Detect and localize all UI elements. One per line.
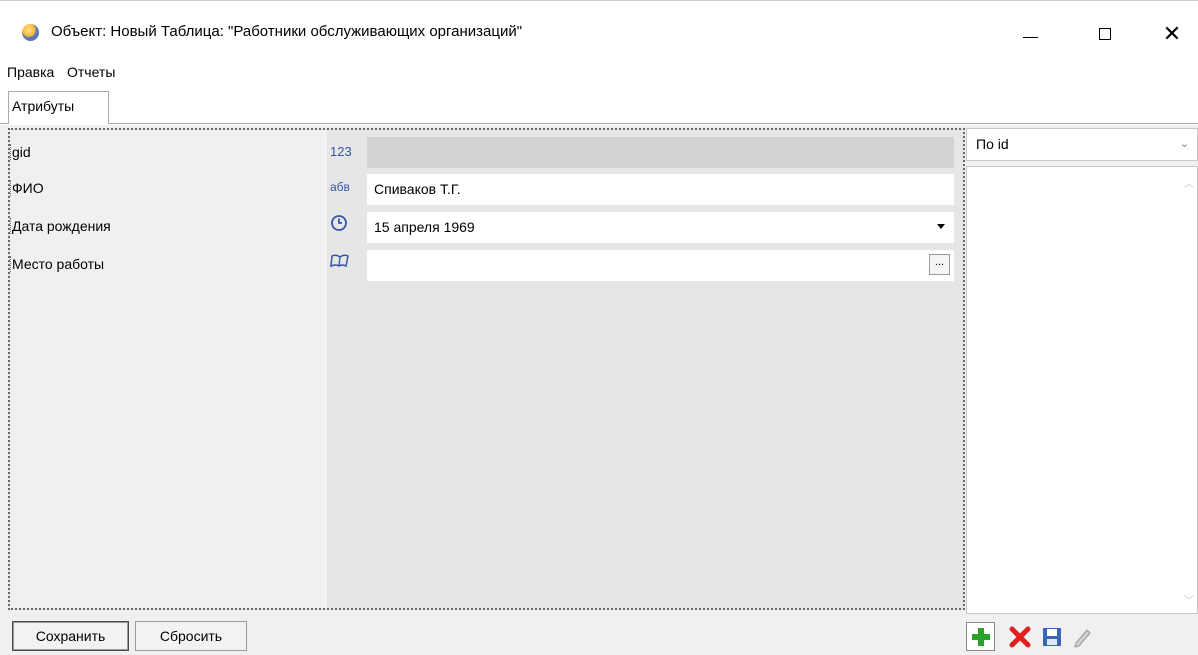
date-dropdown-button[interactable]	[933, 217, 949, 235]
edit-button[interactable]	[1067, 622, 1096, 651]
object-list[interactable]: ︿ ﹀	[966, 166, 1198, 614]
maximize-button[interactable]	[1082, 11, 1128, 57]
sort-select-value: По id	[976, 136, 1009, 152]
label-workplace: Место работы	[10, 256, 105, 272]
save-record-button[interactable]	[1037, 622, 1066, 651]
chevron-down-icon	[937, 223, 945, 229]
tab-strip: Атрибуты	[0, 85, 1198, 125]
minimize-icon	[1022, 36, 1038, 38]
attributes-panel: gid 123 ФИО абв Спиваков Т.Г. Дата рожде…	[8, 128, 965, 610]
tab-strip-divider	[0, 123, 1198, 124]
add-button[interactable]	[966, 622, 995, 651]
window-title: Объект: Новый Таблица: "Работники обслуж…	[51, 23, 523, 40]
title-bar: Объект: Новый Таблица: "Работники обслуж…	[0, 0, 1198, 60]
clock-icon	[330, 214, 360, 235]
close-icon: ✕	[1162, 21, 1182, 46]
label-gid: gid	[10, 144, 31, 160]
text-type-icon: абв	[330, 180, 350, 194]
tab-attributes[interactable]: Атрибуты	[8, 91, 109, 124]
edit-icon	[1073, 628, 1091, 648]
menu-item-edit[interactable]: Правка	[7, 64, 54, 80]
scroll-up-icon[interactable]: ︿	[1184, 175, 1194, 190]
column-splitter[interactable]	[322, 130, 327, 608]
reset-button[interactable]: Сбросить	[135, 621, 247, 651]
birth-date-value: 15 апреля 1969	[374, 219, 475, 235]
save-button[interactable]: Сохранить	[12, 621, 129, 651]
book-icon	[330, 252, 360, 273]
chevron-down-icon: ⌄	[1179, 138, 1189, 150]
delete-icon	[1009, 626, 1030, 647]
workplace-field[interactable]: ...	[367, 250, 954, 281]
object-window: Объект: Новый Таблица: "Работники обслуж…	[0, 0, 1198, 655]
label-fio: ФИО	[10, 180, 44, 196]
number-type-icon: 123	[330, 144, 352, 159]
label-column	[10, 130, 322, 608]
gid-field	[367, 137, 954, 168]
add-icon	[971, 627, 990, 646]
fio-input[interactable]: Спиваков Т.Г.	[367, 174, 954, 205]
sort-select[interactable]: По id ⌄	[966, 128, 1198, 161]
save-icon	[1042, 627, 1061, 646]
birth-date-picker[interactable]: 15 апреля 1969	[367, 212, 954, 243]
menu-item-reports[interactable]: Отчеты	[67, 64, 115, 80]
minimize-button[interactable]	[1007, 11, 1053, 57]
delete-button[interactable]	[1005, 622, 1034, 651]
label-birth-date: Дата рождения	[10, 218, 111, 234]
menu-bar: Правка Отчеты	[0, 60, 1198, 85]
close-button[interactable]: ✕	[1149, 11, 1195, 57]
workplace-browse-button[interactable]: ...	[929, 254, 950, 275]
scroll-down-icon[interactable]: ﹀	[1184, 592, 1194, 607]
maximize-icon	[1099, 28, 1111, 40]
app-globe-icon	[22, 24, 39, 41]
